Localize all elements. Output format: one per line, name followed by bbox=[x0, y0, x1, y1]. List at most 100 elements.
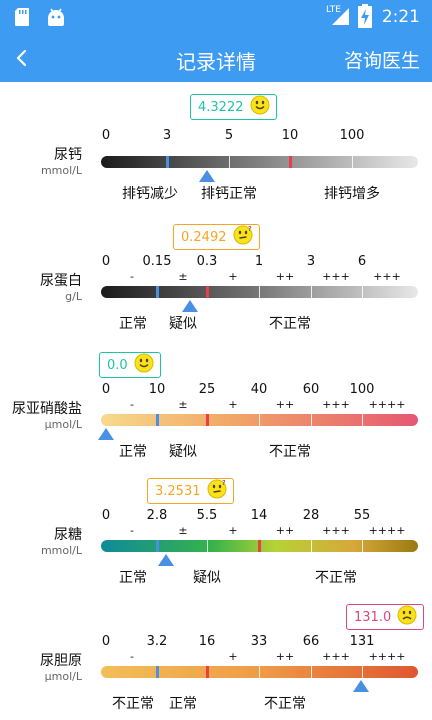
confused-face-icon: ? bbox=[233, 225, 255, 249]
grade-sign: +++ bbox=[322, 524, 350, 537]
confused-face-icon: ? bbox=[207, 479, 229, 503]
threshold-marker bbox=[156, 666, 159, 678]
range-bar bbox=[101, 666, 418, 678]
tick-label: 16 bbox=[198, 634, 216, 649]
value-pointer bbox=[158, 554, 174, 566]
category-label: 正常 bbox=[119, 570, 147, 586]
grade-sign: - bbox=[130, 650, 134, 663]
value-bubble: 131.0 bbox=[346, 604, 425, 630]
tick-label: 0 bbox=[101, 254, 111, 269]
happy-face-icon bbox=[250, 95, 272, 119]
segment-divider bbox=[311, 540, 312, 552]
threshold-marker bbox=[258, 540, 261, 552]
indicator-name: 尿蛋白 bbox=[40, 273, 82, 289]
indicator-section: 131.0 0 3.2 16 33 66 131- + ++ +++ ++++ 尿胆原 μmol/L 不正… bbox=[0, 600, 432, 720]
segment-divider bbox=[311, 666, 312, 678]
segment-divider bbox=[311, 286, 312, 298]
tick-label: 14 bbox=[250, 508, 268, 523]
status-bar: LTE 2:21 bbox=[0, 0, 432, 34]
grade-sign: ++++ bbox=[368, 524, 406, 537]
category-label: 不正常 bbox=[112, 696, 154, 712]
range-bar bbox=[101, 286, 418, 298]
tick-label: 0 bbox=[101, 382, 111, 397]
consult-doctor-button[interactable]: 咨询医生 bbox=[344, 46, 420, 73]
segment-divider bbox=[311, 414, 312, 426]
tick-label: 3.2 bbox=[146, 634, 168, 649]
tick-label: 60 bbox=[302, 382, 320, 397]
value-text: 131.0 bbox=[354, 609, 392, 625]
indicator-unit: g/L bbox=[65, 290, 82, 303]
segment-divider bbox=[352, 156, 353, 168]
category-label: 正常 bbox=[169, 696, 197, 712]
range-bar bbox=[101, 414, 418, 426]
tick-label: 100 bbox=[339, 128, 365, 143]
segment-divider bbox=[207, 540, 208, 552]
indicator-section: 4.3222 0 3 5 10 100 尿钙 mmol/L 排钙减少 排钙正常 排钙增多 bbox=[0, 90, 432, 220]
range-bar bbox=[101, 540, 418, 552]
indicator-section: 0.0 0 10 25 40 60 100- ± + ++ +++ ++++ 尿亚硝酸盐 μmol/L 正常… bbox=[0, 348, 432, 478]
indicator-section: 3.2531? 0 2.8 5.5 14 28 55- ± + ++ +++ ++++ 尿糖 mmol/L… bbox=[0, 474, 432, 604]
tick-label: 33 bbox=[250, 634, 268, 649]
tick-label: 6 bbox=[357, 254, 367, 269]
value-text: 0.2492 bbox=[181, 229, 227, 245]
grade-sign: - bbox=[130, 270, 134, 283]
category-label: 正常 bbox=[119, 316, 147, 332]
range-bar bbox=[101, 156, 418, 168]
grade-sign: + bbox=[228, 270, 238, 283]
app-bar: 记录详情 咨询医生 bbox=[0, 34, 432, 82]
value-pointer bbox=[98, 428, 114, 440]
value-bubble: 4.3222 bbox=[190, 94, 277, 120]
signal-icon bbox=[332, 8, 349, 25]
category-label: 排钙正常 bbox=[201, 186, 257, 202]
grade-sign: - bbox=[130, 398, 134, 411]
value-text: 3.2531 bbox=[155, 483, 201, 499]
category-label: 疑似 bbox=[193, 570, 221, 586]
threshold-marker bbox=[206, 666, 209, 678]
category-label: 不正常 bbox=[315, 570, 357, 586]
indicator-name: 尿亚硝酸盐 bbox=[12, 401, 82, 417]
value-bubble: 3.2531? bbox=[147, 478, 234, 504]
category-label: 排钙减少 bbox=[122, 186, 178, 202]
threshold-marker bbox=[206, 414, 209, 426]
sad-face-icon bbox=[397, 605, 419, 629]
value-bubble: 0.2492? bbox=[173, 224, 260, 250]
segment-divider bbox=[362, 414, 363, 426]
tick-label: 28 bbox=[302, 508, 320, 523]
grade-sign: + bbox=[228, 398, 238, 411]
tick-label: 3 bbox=[162, 128, 172, 143]
tick-label: 25 bbox=[198, 382, 216, 397]
happy-face-icon bbox=[134, 353, 156, 377]
segment-divider bbox=[259, 286, 260, 298]
value-text: 0.0 bbox=[107, 357, 128, 373]
tick-label: 131 bbox=[349, 634, 375, 649]
category-label: 不正常 bbox=[269, 316, 311, 332]
grade-sign: +++ bbox=[373, 270, 401, 283]
tick-label: 100 bbox=[349, 382, 375, 397]
grade-sign: ++++ bbox=[368, 398, 406, 411]
segment-divider bbox=[362, 540, 363, 552]
indicator-name: 尿糖 bbox=[54, 527, 82, 543]
grade-sign: ± bbox=[178, 270, 188, 283]
tick-label: 3 bbox=[306, 254, 316, 269]
tick-label: 1 bbox=[254, 254, 264, 269]
tick-label: 55 bbox=[353, 508, 371, 523]
threshold-marker bbox=[156, 414, 159, 426]
clock: 2:21 bbox=[381, 7, 420, 27]
segment-divider bbox=[362, 666, 363, 678]
threshold-marker bbox=[289, 156, 292, 168]
segment-divider bbox=[229, 156, 230, 168]
indicator-unit: mmol/L bbox=[40, 164, 82, 177]
grade-sign: ++ bbox=[275, 524, 295, 537]
grade-sign: + bbox=[228, 524, 238, 537]
segment-divider bbox=[259, 666, 260, 678]
grade-sign: + bbox=[228, 650, 238, 663]
grade-sign: - bbox=[130, 524, 134, 537]
grade-sign: ± bbox=[178, 398, 188, 411]
category-label: 疑似 bbox=[169, 316, 197, 332]
tick-label: 40 bbox=[250, 382, 268, 397]
category-label: 排钙增多 bbox=[324, 186, 380, 202]
category-label: 不正常 bbox=[269, 444, 311, 460]
category-label: 疑似 bbox=[169, 444, 197, 460]
svg-text:?: ? bbox=[222, 479, 226, 487]
threshold-marker bbox=[206, 286, 209, 298]
